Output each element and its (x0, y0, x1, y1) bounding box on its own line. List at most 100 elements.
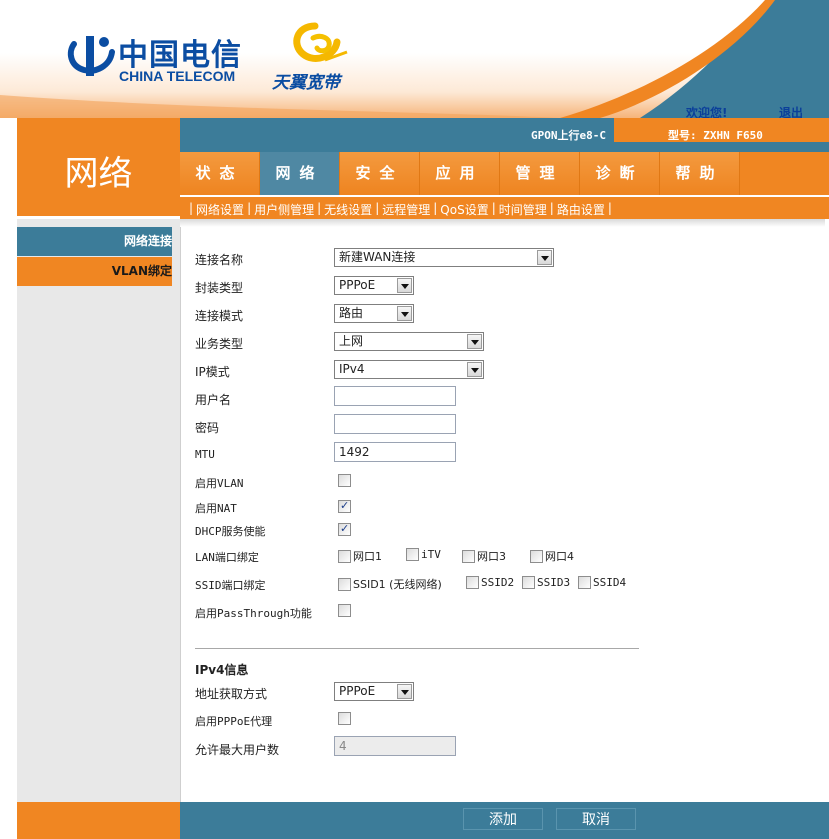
device-info-bar: GPON上行e8-C 型号: ZXHN F650 (180, 118, 829, 152)
ssid-port-3[interactable]: SSID3 (522, 576, 570, 589)
device-model: 型号: ZXHN F650 (668, 129, 763, 142)
lan-port-itv-label: iTV (421, 548, 441, 561)
tab-diagnosis[interactable]: 诊断 (580, 152, 660, 195)
lan-port-3-checkbox[interactable] (462, 549, 475, 563)
section-title-block: 网络 (17, 118, 180, 216)
tab-security[interactable]: 安全 (340, 152, 420, 195)
footer-bar: 添加 取消 (180, 802, 829, 839)
conn-mode-select[interactable]: 路由 (334, 304, 414, 323)
addr-mode-select[interactable]: PPPoE (334, 682, 414, 701)
ssid-port-4-checkbox[interactable] (578, 576, 591, 589)
subnav-time[interactable]: 时间管理 (499, 201, 547, 218)
lan-port-1[interactable]: 网口1 (338, 548, 382, 564)
ssid-port-1-checkbox[interactable] (338, 577, 351, 591)
subnav-remote[interactable]: 远程管理 (382, 201, 430, 218)
section-title: 网络 (64, 154, 133, 194)
dhcp-label: DHCP服务使能 (195, 525, 266, 538)
subnav-routing[interactable]: 路由设置 (557, 201, 605, 218)
footer-left-block (17, 802, 180, 839)
lan-bind-label: LAN端口绑定 (195, 551, 259, 564)
ip-mode-select[interactable]: IPv4 (334, 360, 484, 379)
username-label: 用户名 (195, 393, 232, 407)
mtu-input[interactable]: 1492 (334, 442, 456, 462)
chevron-down-icon (397, 306, 412, 321)
chevron-down-icon (467, 362, 482, 377)
tab-network[interactable]: 网络 (260, 152, 340, 195)
ipv4-section-title: IPv4信息 (195, 663, 249, 677)
passthrough-checkbox[interactable] (338, 604, 351, 617)
lan-port-4-checkbox[interactable] (530, 549, 543, 563)
china-telecom-logo-icon (67, 36, 115, 76)
ssid-port-4-label: SSID4 (593, 576, 627, 589)
section-divider (195, 648, 639, 649)
conn-name-value: 新建WAN连接 (339, 250, 416, 264)
lan-port-1-checkbox[interactable] (338, 549, 351, 563)
password-input[interactable] (334, 414, 456, 434)
main-content (180, 219, 829, 802)
ip-mode-label: IP模式 (195, 365, 230, 379)
username-input[interactable] (334, 386, 456, 406)
max-users-input[interactable]: 4 (334, 736, 456, 756)
lan-port-itv-checkbox[interactable] (406, 548, 419, 561)
cancel-button[interactable]: 取消 (556, 808, 636, 830)
pppoe-proxy-checkbox[interactable] (338, 712, 351, 725)
password-label: 密码 (195, 421, 220, 435)
conn-mode-value: 路由 (339, 306, 364, 320)
conn-name-select[interactable]: 新建WAN连接 (334, 248, 554, 267)
ssid-port-2-checkbox[interactable] (466, 576, 479, 589)
service-label: 业务类型 (195, 337, 244, 351)
lan-port-4-label: 网口4 (545, 550, 574, 563)
sidebar-item-network-connection[interactable]: 网络连接 (17, 227, 172, 256)
separator: | (247, 201, 252, 215)
enable-vlan-checkbox[interactable] (338, 474, 351, 487)
lan-port-3-label: 网口3 (477, 550, 506, 563)
tab-management[interactable]: 管理 (500, 152, 580, 195)
passthrough-label: 启用PassThrough功能 (195, 607, 312, 620)
chevron-down-icon (537, 250, 552, 265)
max-users-label: 允许最大用户数 (195, 743, 280, 757)
ssid-port-2-label: SSID2 (481, 576, 515, 589)
sub-brand-text: 天翼宽带 (272, 73, 340, 93)
uplink-type: GPON上行e8-C (531, 129, 606, 142)
mtu-label: MTU (195, 448, 215, 461)
ssid-port-4[interactable]: SSID4 (578, 576, 626, 589)
enable-nat-label: 启用NAT (195, 502, 237, 515)
subnav-qos[interactable]: QoS设置 (440, 201, 488, 218)
subnav-user-side[interactable]: 用户侧管理 (254, 201, 314, 218)
separator: | (607, 201, 612, 215)
enable-nat-checkbox[interactable] (338, 499, 351, 513)
tab-application[interactable]: 应用 (420, 152, 500, 195)
addr-mode-label: 地址获取方式 (195, 687, 268, 701)
ssid-port-1[interactable]: SSID1 (无线网络) (338, 576, 442, 592)
encap-label: 封装类型 (195, 281, 244, 295)
service-value: 上网 (339, 334, 364, 348)
tab-status[interactable]: 状态 (180, 152, 260, 195)
tab-list: 状态 网络 安全 应用 管理 诊断 帮助 (180, 152, 740, 195)
welcome-text: 欢迎您! (686, 106, 728, 118)
add-button[interactable]: 添加 (463, 808, 543, 830)
separator: | (189, 201, 194, 215)
encap-value: PPPoE (339, 278, 376, 292)
encap-select[interactable]: PPPoE (334, 276, 414, 295)
chevron-down-icon (467, 334, 482, 349)
enable-vlan-label: 启用VLAN (195, 477, 244, 490)
lan-port-itv[interactable]: iTV (406, 548, 441, 561)
ssid-port-2[interactable]: SSID2 (466, 576, 514, 589)
service-select[interactable]: 上网 (334, 332, 484, 351)
dhcp-checkbox[interactable] (338, 522, 351, 536)
lan-port-3[interactable]: 网口3 (462, 548, 506, 564)
logout-link[interactable]: 退出 (779, 104, 803, 118)
separator: | (491, 201, 496, 215)
ssid-port-3-checkbox[interactable] (522, 576, 535, 589)
subnav-wireless[interactable]: 无线设置 (324, 201, 372, 218)
lan-port-4[interactable]: 网口4 (530, 548, 574, 564)
sidebar-item-vlan-binding[interactable]: VLAN绑定 (17, 257, 172, 286)
chevron-down-icon (397, 684, 412, 699)
content-top-shadow (180, 219, 825, 227)
page-header: 中国电信 CHINA TELECOM 天翼宽带 欢迎您! 退出 (0, 0, 829, 118)
tianyi-logo-icon (293, 22, 348, 62)
tab-help[interactable]: 帮助 (660, 152, 740, 195)
conn-mode-label: 连接模式 (195, 309, 244, 323)
ip-mode-value: IPv4 (339, 362, 365, 376)
subnav-network-settings[interactable]: 网络设置 (196, 201, 244, 218)
